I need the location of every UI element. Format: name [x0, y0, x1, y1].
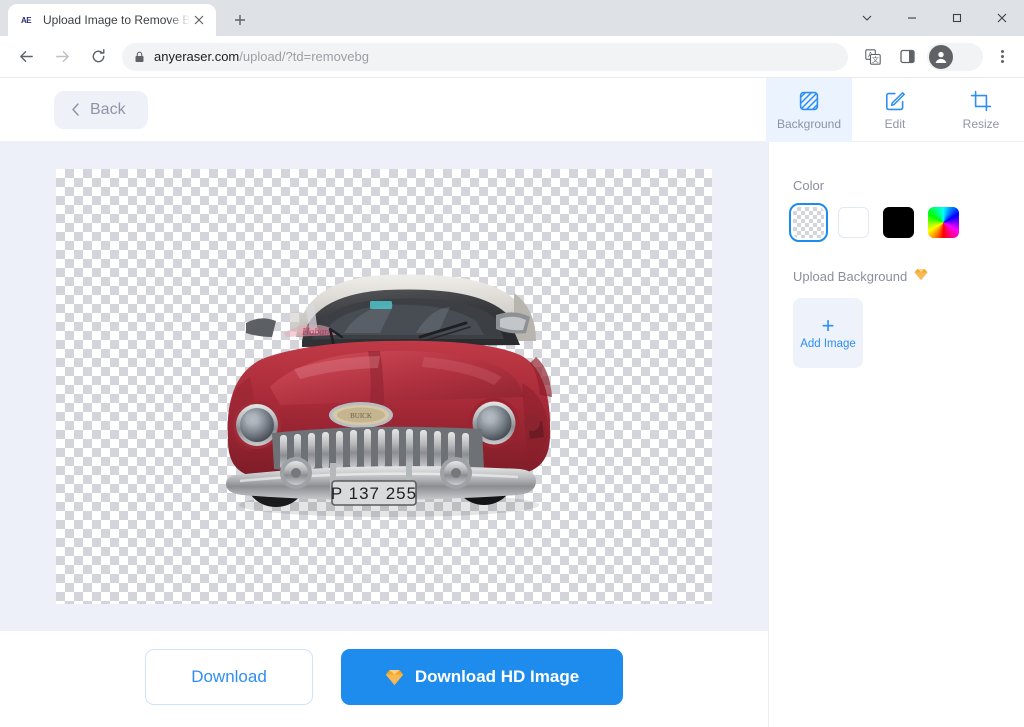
browser-tab-title: Upload Image to Remove Bg: [43, 13, 190, 27]
white-swatch[interactable]: [838, 207, 869, 238]
app-body: Habana BUICK P 137 255 Download Download…: [0, 142, 1024, 727]
add-image-button[interactable]: + Add Image: [793, 298, 863, 368]
download-button[interactable]: Download: [145, 649, 313, 705]
download-hd-button-label: Download HD Image: [414, 667, 580, 686]
workspace: Habana BUICK P 137 255 Download Download…: [0, 142, 768, 727]
download-hd-button[interactable]: Download HD Image: [341, 649, 623, 705]
browser-tab[interactable]: AE Upload Image to Remove Bg: [8, 4, 216, 36]
mode-tabs: Background Edit Resize: [766, 78, 1024, 142]
color-swatches: [789, 203, 1000, 242]
canvas-area: Habana BUICK P 137 255: [0, 142, 768, 631]
tab-resize[interactable]: Resize: [938, 78, 1024, 142]
upload-background-text: Upload Background: [793, 268, 908, 284]
address-bar-url: anyeraser.com/upload/?td=removebg: [154, 49, 369, 64]
browser-tab-strip: AE Upload Image to Remove Bg: [0, 0, 1024, 36]
app-header: Back Background Edit Resize: [0, 78, 1024, 142]
reload-icon[interactable]: [82, 41, 114, 73]
back-navigation-icon[interactable]: [10, 41, 42, 73]
tab-edit[interactable]: Edit: [852, 78, 938, 142]
crop-icon: [970, 89, 992, 113]
pencil-square-icon: [884, 89, 906, 113]
diamond-premium-icon: [385, 669, 404, 686]
vintage-car-illustration: Habana BUICK P 137 255: [226, 274, 552, 517]
three-dot-menu-icon[interactable]: [988, 43, 1016, 71]
side-panel-icon[interactable]: [893, 43, 921, 71]
plus-icon: +: [821, 312, 835, 338]
action-bar: Download Download HD Image: [0, 631, 768, 727]
tab-resize-label: Resize: [962, 117, 1000, 131]
minimize-icon[interactable]: [889, 0, 934, 36]
maximize-icon[interactable]: [934, 0, 979, 36]
browser-toolbar: anyeraser.com/upload/?td=removebg A 文: [0, 36, 1024, 78]
address-bar[interactable]: anyeraser.com/upload/?td=removebg: [122, 42, 848, 71]
result-image: Habana BUICK P 137 255: [184, 237, 584, 537]
chevron-down-icon[interactable]: [844, 0, 889, 36]
color-label-text: Color: [793, 178, 825, 193]
profile-button[interactable]: [927, 42, 983, 71]
tab-background-label: Background: [776, 117, 842, 131]
download-button-label: Download: [191, 667, 267, 686]
tab-edit-label: Edit: [884, 117, 906, 131]
background-settings-panel: Color Upload Background + Add Image: [768, 142, 1024, 727]
transparent-swatch[interactable]: [789, 203, 828, 242]
add-image-label: Add Image: [800, 337, 856, 350]
url-host: anyeraser.com: [154, 49, 240, 64]
translate-icon[interactable]: A 文: [859, 43, 887, 71]
black-swatch[interactable]: [883, 207, 914, 238]
transparent-canvas[interactable]: Habana BUICK P 137 255: [56, 169, 712, 604]
forward-navigation-icon[interactable]: [46, 41, 78, 73]
back-button[interactable]: Back: [54, 90, 148, 129]
color-section-label: Color: [793, 178, 1000, 193]
color-picker-swatch[interactable]: [928, 207, 959, 238]
new-tab-button[interactable]: [226, 6, 254, 34]
background-stripes-icon: [798, 89, 820, 113]
upload-background-label: Upload Background: [793, 268, 1000, 284]
svg-text:文: 文: [872, 55, 879, 64]
tab-background[interactable]: Background: [766, 78, 852, 142]
avatar: [929, 44, 953, 69]
anyeraser-app: Back Background Edit Resize Habana BUICK…: [0, 78, 1024, 727]
window-close-icon[interactable]: [979, 0, 1024, 36]
back-button-label: Back: [90, 100, 126, 118]
diamond-premium-icon: [914, 268, 928, 284]
url-path: /upload/?td=removebg: [239, 49, 369, 64]
chevron-left-icon: [70, 102, 81, 117]
close-icon[interactable]: [190, 11, 208, 29]
svg-text:BUICK: BUICK: [350, 412, 372, 420]
license-plate-text: P 137 255: [331, 484, 417, 503]
browser-window: AE Upload Image to Remove Bg anyeraser.c…: [0, 0, 1024, 727]
lock-icon: [134, 51, 145, 63]
ae-logo-icon: AE: [20, 15, 32, 25]
window-controls: [844, 0, 1024, 36]
